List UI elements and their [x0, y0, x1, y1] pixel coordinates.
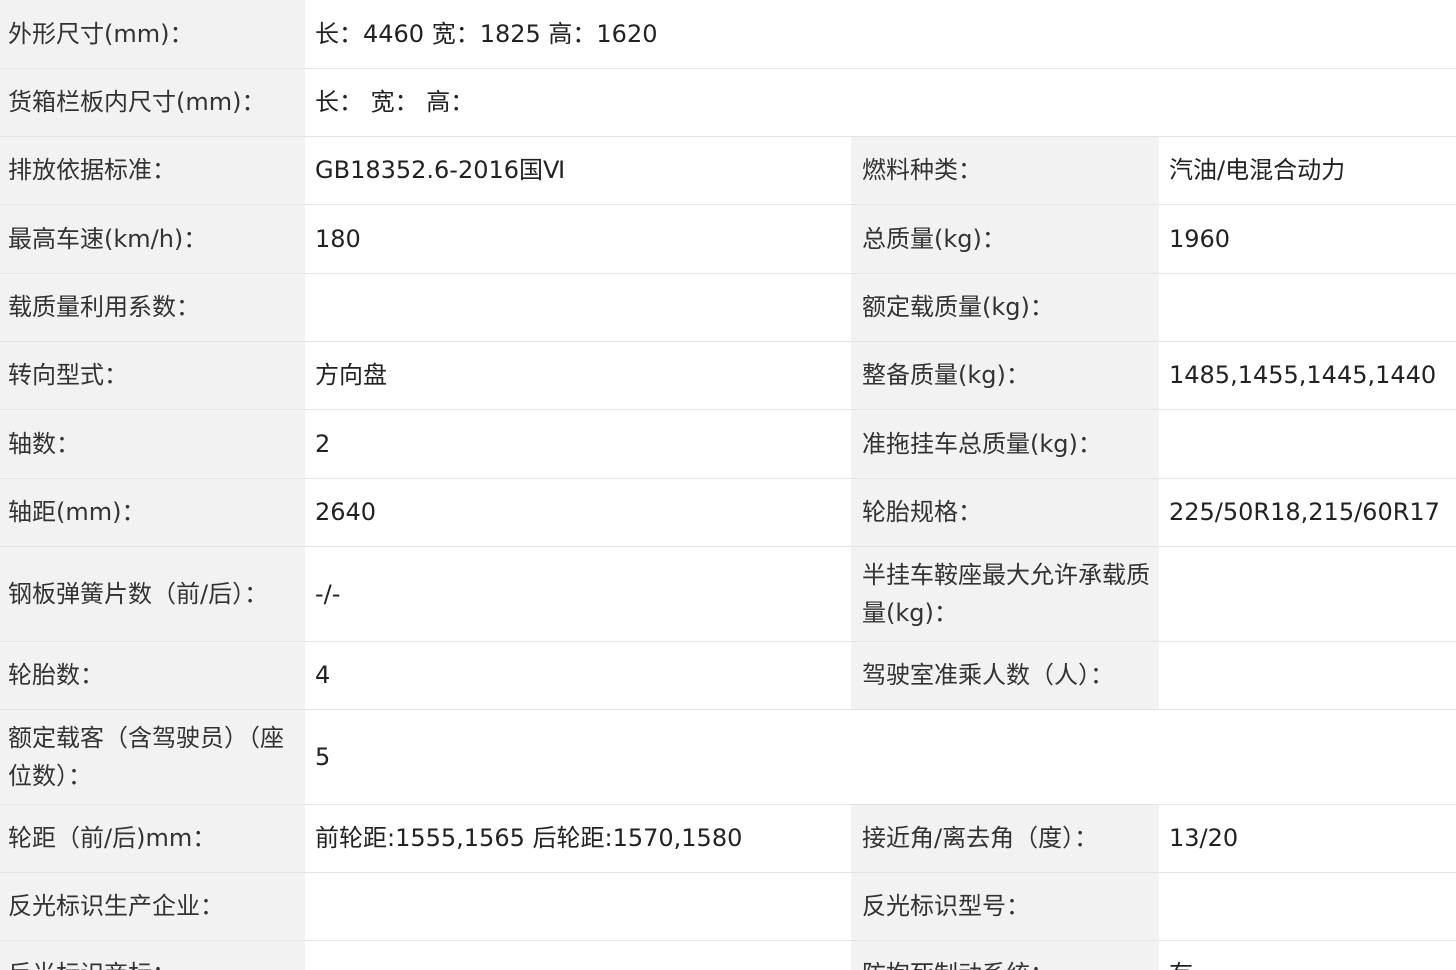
spec-value: 4	[305, 641, 851, 710]
spec-value: -/-	[305, 546, 851, 642]
spec-value: 长： 宽： 高：	[305, 68, 1456, 137]
spec-value: 方向盘	[305, 341, 851, 410]
table-row: 转向型式： 方向盘 整备质量(kg)： 1485,1455,1445,1440	[0, 341, 1456, 410]
spec-label: 转向型式：	[0, 341, 305, 410]
spec-label: 货箱栏板内尺寸(mm)：	[0, 68, 305, 137]
spec-label: 载质量利用系数：	[0, 273, 305, 342]
spec-value: GB18352.6-2016国Ⅵ	[305, 136, 851, 205]
spec-value: 225/50R18,215/60R17	[1159, 478, 1456, 547]
table-row: 最高车速(km/h)： 180 总质量(kg)： 1960	[0, 204, 1456, 274]
spec-value	[305, 940, 851, 970]
spec-value: 2640	[305, 478, 851, 547]
spec-label: 总质量(kg)：	[851, 204, 1159, 274]
table-row: 轴数： 2 准拖挂车总质量(kg)：	[0, 409, 1456, 479]
spec-value: 1485,1455,1445,1440	[1159, 341, 1456, 410]
spec-value: 汽油/电混合动力	[1159, 136, 1456, 205]
table-row: 排放依据标准： GB18352.6-2016国Ⅵ 燃料种类： 汽油/电混合动力	[0, 136, 1456, 205]
table-row: 钢板弹簧片数（前/后）： -/- 半挂车鞍座最大允许承载质量(kg)：	[0, 546, 1456, 642]
table-row: 轮距（前/后)mm： 前轮距:1555,1565 后轮距:1570,1580 接…	[0, 804, 1456, 873]
spec-value	[1159, 641, 1456, 710]
spec-value	[1159, 409, 1456, 479]
spec-label: 燃料种类：	[851, 136, 1159, 205]
table-row: 货箱栏板内尺寸(mm)： 长： 宽： 高：	[0, 68, 1456, 137]
spec-label: 轮胎数：	[0, 641, 305, 710]
spec-label: 额定载质量(kg)：	[851, 273, 1159, 342]
table-row: 载质量利用系数： 额定载质量(kg)：	[0, 273, 1456, 342]
table-row: 轮胎数： 4 驾驶室准乘人数（人）：	[0, 641, 1456, 710]
spec-label: 半挂车鞍座最大允许承载质量(kg)：	[851, 546, 1159, 642]
spec-value	[305, 273, 851, 342]
spec-label: 整备质量(kg)：	[851, 341, 1159, 410]
spec-value: 5	[305, 709, 1456, 805]
spec-label: 排放依据标准：	[0, 136, 305, 205]
spec-value: 180	[305, 204, 851, 274]
spec-label: 驾驶室准乘人数（人）：	[851, 641, 1159, 710]
vehicle-spec-table: 外形尺寸(mm)： 长：4460 宽：1825 高：1620 货箱栏板内尺寸(m…	[0, 0, 1456, 970]
spec-value	[305, 872, 851, 941]
spec-label: 准拖挂车总质量(kg)：	[851, 409, 1159, 479]
spec-value: 2	[305, 409, 851, 479]
spec-label: 外形尺寸(mm)：	[0, 0, 305, 69]
spec-value: 13/20	[1159, 804, 1456, 873]
spec-value: 长：4460 宽：1825 高：1620	[305, 0, 1456, 69]
spec-label: 最高车速(km/h)：	[0, 204, 305, 274]
table-row: 反光标识生产企业： 反光标识型号：	[0, 872, 1456, 941]
spec-label: 反光标识型号：	[851, 872, 1159, 941]
table-row: 外形尺寸(mm)： 长：4460 宽：1825 高：1620	[0, 0, 1456, 69]
spec-label: 轴数：	[0, 409, 305, 479]
table-row: 反光标识商标： 防抱死制动系统： 有	[0, 940, 1456, 970]
spec-value	[1159, 546, 1456, 642]
spec-label: 轴距(mm)：	[0, 478, 305, 547]
spec-label: 反光标识生产企业：	[0, 872, 305, 941]
table-row: 额定载客（含驾驶员）（座位数）： 5	[0, 709, 1456, 805]
spec-label: 轮胎规格：	[851, 478, 1159, 547]
spec-label: 钢板弹簧片数（前/后）：	[0, 546, 305, 642]
spec-value: 1960	[1159, 204, 1456, 274]
spec-value: 前轮距:1555,1565 后轮距:1570,1580	[305, 804, 851, 873]
spec-value	[1159, 872, 1456, 941]
spec-label: 额定载客（含驾驶员）（座位数）：	[0, 709, 305, 805]
spec-value: 有	[1159, 940, 1456, 970]
spec-label: 防抱死制动系统：	[851, 940, 1159, 970]
spec-label: 接近角/离去角（度）：	[851, 804, 1159, 873]
spec-label: 轮距（前/后)mm：	[0, 804, 305, 873]
spec-value	[1159, 273, 1456, 342]
table-row: 轴距(mm)： 2640 轮胎规格： 225/50R18,215/60R17	[0, 478, 1456, 547]
spec-label: 反光标识商标：	[0, 940, 305, 970]
